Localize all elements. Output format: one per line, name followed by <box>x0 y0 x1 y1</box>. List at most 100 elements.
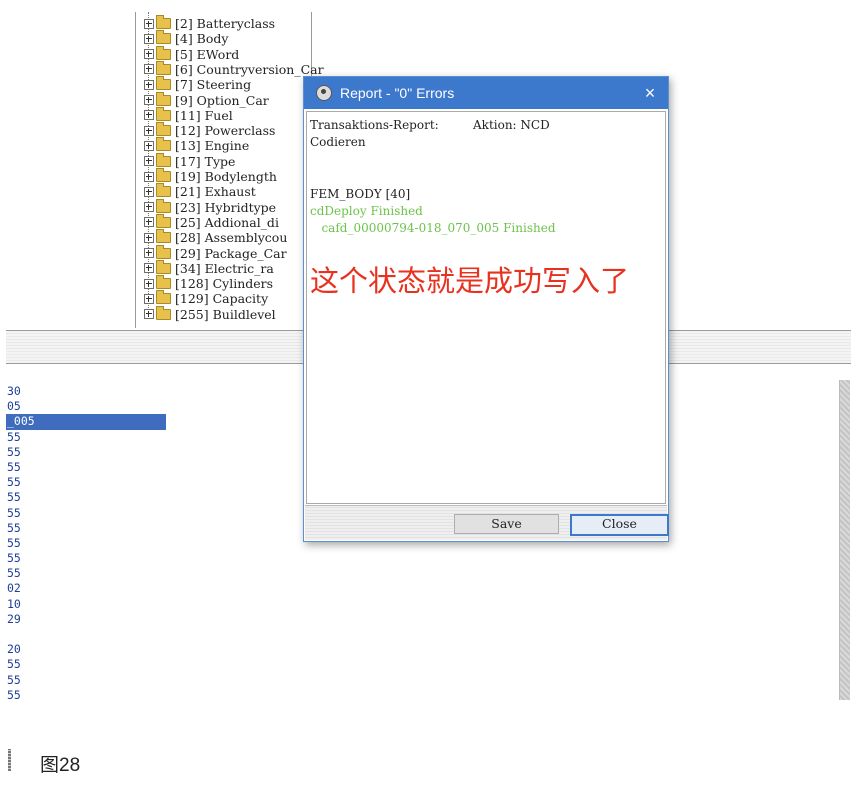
expand-plus-icon[interactable] <box>144 18 154 29</box>
tree-item-label: [23] Hybridtype <box>175 199 277 215</box>
report-line: FEM_BODY [40] <box>310 186 411 201</box>
list-item[interactable]: 55 <box>6 506 166 521</box>
list-item[interactable]: 55 <box>6 521 166 536</box>
folder-icon <box>156 137 171 152</box>
expand-plus-icon[interactable] <box>144 186 154 197</box>
tree-item-label: [28] Assemblycou <box>175 230 288 246</box>
list-item[interactable] <box>6 627 166 642</box>
tree-item[interactable]: [5] EWord <box>144 45 240 62</box>
expand-plus-icon[interactable] <box>144 293 154 304</box>
expand-plus-icon[interactable] <box>144 232 154 243</box>
close-button[interactable]: Close <box>570 514 669 536</box>
folder-icon <box>156 45 171 60</box>
list-item[interactable]: _005 <box>6 414 166 430</box>
tree-item[interactable]: [6] Countryversion_Car <box>144 60 324 77</box>
list-item[interactable]: 29 <box>6 612 166 627</box>
tree-item[interactable]: [128] Cylinders <box>144 275 274 292</box>
tree-item[interactable]: [9] Option_Car <box>144 91 269 108</box>
tree-item-label: [2] Batteryclass <box>175 16 276 31</box>
list-item[interactable]: 30 <box>6 384 166 399</box>
list-item[interactable]: 02 <box>6 581 166 596</box>
list-item[interactable]: 20 <box>6 642 166 657</box>
expand-plus-icon[interactable] <box>144 33 154 44</box>
expand-plus-icon[interactable] <box>144 171 154 182</box>
tree-item-label: [11] Fuel <box>175 107 233 123</box>
tree-item[interactable]: [23] Hybridtype <box>144 198 277 215</box>
folder-icon <box>156 305 171 320</box>
list-item[interactable]: 55 <box>6 688 166 703</box>
folder-icon <box>156 91 171 106</box>
report-line: Codieren <box>310 135 366 150</box>
folder-icon <box>156 244 171 259</box>
tree-item-label: [128] Cylinders <box>175 276 274 292</box>
tree-item-label: [17] Type <box>175 153 236 169</box>
folder-icon <box>156 290 171 305</box>
list-item[interactable]: 55 <box>6 673 166 688</box>
dialog-button-bar: Save Close <box>305 505 669 540</box>
folder-icon <box>156 60 171 75</box>
folder-icon <box>156 183 171 198</box>
folder-icon <box>156 106 171 121</box>
tree-item[interactable]: [28] Assemblycou <box>144 229 288 246</box>
list-item[interactable]: 55 <box>6 551 166 566</box>
folder-icon <box>156 122 171 137</box>
list-item[interactable]: 55 <box>6 475 166 490</box>
close-icon[interactable]: × <box>632 83 668 104</box>
tree-item[interactable]: [129] Capacity <box>144 290 269 307</box>
tree-item-label: [5] EWord <box>175 46 240 62</box>
expand-plus-icon[interactable] <box>144 217 154 228</box>
list-item[interactable]: 55 <box>6 657 166 672</box>
tree-item[interactable]: [4] Body <box>144 30 229 47</box>
list-item[interactable]: 55 <box>6 460 166 475</box>
app-icon <box>316 85 332 101</box>
expand-plus-icon[interactable] <box>144 49 154 60</box>
report-textarea[interactable]: 这个状态就是成功写入了 Transaktions-Report: Aktion:… <box>306 111 666 504</box>
vertical-scrollbar[interactable] <box>839 380 850 700</box>
tree-item[interactable]: [7] Steering <box>144 76 252 93</box>
tree-item[interactable]: [17] Type <box>144 152 236 169</box>
expand-plus-icon[interactable] <box>144 125 154 136</box>
folder-icon <box>156 213 171 228</box>
expand-plus-icon[interactable] <box>144 156 154 167</box>
tree-panel: [2] Batteryclass [4] Body [5] EWord [6] Cou… <box>135 12 324 328</box>
expand-plus-icon[interactable] <box>144 64 154 75</box>
list-item[interactable]: 55 <box>6 445 166 460</box>
tree-item-label: [7] Steering <box>175 77 252 93</box>
folder-icon <box>156 168 171 182</box>
expand-plus-icon[interactable] <box>144 248 154 258</box>
expand-plus-icon[interactable] <box>144 110 154 121</box>
tree-item[interactable]: [12] Powerclass <box>144 122 275 138</box>
tree-item[interactable]: [19] Bodylength <box>144 168 277 184</box>
tree-item-label: [21] Exhaust <box>175 184 256 200</box>
save-button[interactable]: Save <box>454 514 559 534</box>
list-item[interactable]: 55 <box>6 536 166 551</box>
tree-item-label: [255] Buildlevel <box>175 306 276 322</box>
expand-plus-icon[interactable] <box>144 309 154 320</box>
tree-item-label: [19] Bodylength <box>175 169 277 184</box>
tree-item[interactable]: [25] Addional_di <box>144 213 279 230</box>
list-item[interactable]: 10 <box>6 597 166 612</box>
tree-item[interactable]: [13] Engine <box>144 137 249 153</box>
tree-item[interactable]: [11] Fuel <box>144 106 233 123</box>
success-annotation: 这个状态就是成功写入了 <box>310 264 630 298</box>
expand-plus-icon[interactable] <box>144 95 154 105</box>
tree-item[interactable]: [21] Exhaust <box>144 183 256 200</box>
expand-plus-icon[interactable] <box>144 278 154 289</box>
list-item[interactable]: 55 <box>6 490 166 505</box>
tree-item[interactable]: [34] Electric_ra <box>144 259 274 276</box>
tree-item-label: [4] Body <box>175 31 229 47</box>
expand-plus-icon[interactable] <box>144 263 154 274</box>
value-list: 30 05 _005 55 55 55 55 55 55 55 55 55 55 02 10 29 20 55 55… <box>6 384 166 703</box>
list-item[interactable]: 55 <box>6 566 166 581</box>
expand-plus-icon[interactable] <box>144 202 154 213</box>
list-item[interactable]: 55 <box>6 430 166 445</box>
tree-item[interactable]: [255] Buildlevel <box>144 305 276 322</box>
list-item[interactable]: 05 <box>6 399 166 414</box>
expand-plus-icon[interactable] <box>144 79 154 90</box>
dialog-titlebar[interactable]: Report - "0" Errors × <box>304 77 668 109</box>
folder-icon <box>156 259 171 274</box>
tree-item[interactable]: [29] Package_Car <box>144 244 287 261</box>
tree-item-label: [129] Capacity <box>175 291 269 307</box>
expand-plus-icon[interactable] <box>144 140 154 151</box>
tree-item[interactable]: [2] Batteryclass <box>144 15 276 31</box>
